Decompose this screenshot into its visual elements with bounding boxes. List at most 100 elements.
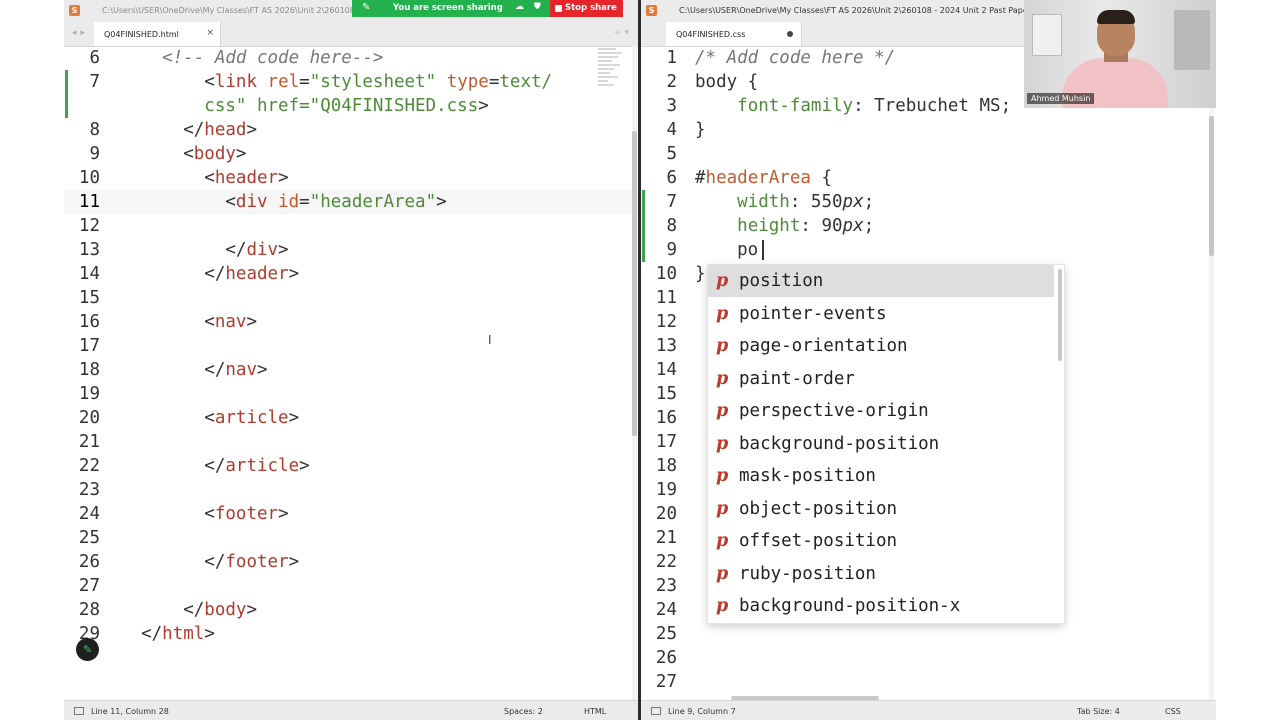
code-line[interactable]: 14 </header>	[64, 262, 640, 286]
scrollbar-thumb[interactable]	[1209, 116, 1214, 256]
autocomplete-item[interactable]: p object-position	[708, 493, 1054, 525]
shield-icon[interactable]: ⛊	[534, 2, 541, 12]
cursor-position[interactable]: Line 9, Column 7	[668, 707, 736, 716]
code-line[interactable]: 11 <div id="headerArea">	[64, 190, 640, 214]
vertical-scrollbar[interactable]	[632, 46, 637, 700]
line-code[interactable]: }	[695, 118, 706, 142]
code-line[interactable]: 9 po	[641, 238, 1216, 262]
code-line[interactable]: 26 </footer>	[64, 550, 640, 574]
line-code[interactable]: <body>	[120, 142, 246, 166]
syntax-mode[interactable]: CSS	[1165, 707, 1181, 716]
indentation-setting[interactable]: Spaces: 2	[504, 707, 543, 716]
code-line[interactable]: 6 <!-- Add code here-->	[64, 46, 640, 70]
line-code[interactable]: </head>	[120, 118, 257, 142]
line-code[interactable]: css" href="Q04FINISHED.css>	[120, 94, 489, 118]
autocomplete-item[interactable]: p page-orientation	[708, 330, 1054, 362]
panel-toggle-icon[interactable]	[74, 707, 84, 715]
code-line[interactable]: css" href="Q04FINISHED.css>	[64, 94, 640, 118]
line-code[interactable]: <nav>	[120, 310, 257, 334]
code-line[interactable]: 29 </html>	[64, 622, 640, 646]
autocomplete-item[interactable]: p ruby-position	[708, 558, 1054, 590]
code-line[interactable]: 6 #headerArea {	[641, 166, 1216, 190]
code-line[interactable]: 19	[64, 382, 640, 406]
tab-nav-arrows-icon[interactable]: ◂▸	[72, 28, 89, 38]
code-line[interactable]: 10 <header>	[64, 166, 640, 190]
code-line[interactable]: 8 </head>	[64, 118, 640, 142]
line-code[interactable]: po	[695, 238, 758, 262]
autocomplete-item[interactable]: p pointer-events	[708, 298, 1054, 330]
syntax-mode[interactable]: HTML	[584, 707, 606, 716]
code-line[interactable]: 7 width: 550px;	[641, 190, 1216, 214]
cloud-icon[interactable]: ☁	[515, 2, 524, 12]
code-line[interactable]: 4}	[641, 118, 1216, 142]
code-line[interactable]: 26	[641, 646, 1216, 670]
panel-toggle-icon[interactable]	[651, 707, 661, 715]
pencil-icon[interactable]: ✎	[362, 2, 370, 13]
code-line[interactable]: 28 </body>	[64, 598, 640, 622]
autocomplete-item[interactable]: p mask-position	[708, 460, 1054, 492]
line-code[interactable]: <div id="headerArea">	[120, 190, 446, 214]
line-code[interactable]: <header>	[120, 166, 288, 190]
line-code[interactable]: </nav>	[120, 358, 267, 382]
code-editor[interactable]: 6 <!-- Add code here--> 7 <link rel="styl…	[64, 46, 640, 700]
stop-icon	[555, 5, 562, 12]
code-line[interactable]: 24 <footer>	[64, 502, 640, 526]
code-line[interactable]: 5	[641, 142, 1216, 166]
code-line[interactable]: 27	[64, 574, 640, 598]
minimap[interactable]	[598, 48, 624, 92]
tab-overflow-icon[interactable]: +▾	[614, 28, 632, 38]
autocomplete-item[interactable]: p position	[708, 265, 1054, 297]
line-code[interactable]: </body>	[120, 598, 257, 622]
vertical-scrollbar[interactable]	[1209, 46, 1214, 700]
editor-pane-html[interactable]: S C:\Users\USER\OneDrive\My Classes\FT A…	[64, 0, 640, 720]
autocomplete-popup[interactable]: p position p pointer-events p page-orientatio…	[707, 264, 1065, 624]
code-line[interactable]: 9 <body>	[64, 142, 640, 166]
code-line[interactable]: 25	[641, 622, 1216, 646]
line-code[interactable]: /* Add code here */	[695, 46, 895, 70]
line-code[interactable]: </div>	[120, 238, 288, 262]
line-code[interactable]: <footer>	[120, 502, 288, 526]
line-code[interactable]: height: 90px;	[695, 214, 874, 238]
line-code[interactable]: </header>	[120, 262, 299, 286]
code-line[interactable]: 17	[64, 334, 640, 358]
code-line[interactable]: 8 height: 90px;	[641, 214, 1216, 238]
autocomplete-item[interactable]: p perspective-origin	[708, 395, 1054, 427]
line-code[interactable]: }	[695, 262, 706, 286]
annotate-pencil-icon[interactable]: ✎	[76, 638, 99, 661]
unsaved-dot-icon[interactable]	[787, 31, 793, 37]
line-code[interactable]: #headerArea {	[695, 166, 832, 190]
scrollbar-thumb[interactable]	[632, 131, 637, 436]
code-line[interactable]: 18 </nav>	[64, 358, 640, 382]
indentation-setting[interactable]: Tab Size: 4	[1077, 707, 1120, 716]
line-code[interactable]: <article>	[120, 406, 299, 430]
line-code[interactable]: width: 550px;	[695, 190, 874, 214]
tab-html-file[interactable]: Q04FINISHED.html ×	[94, 22, 221, 46]
code-line[interactable]: 20 <article>	[64, 406, 640, 430]
line-code[interactable]: </article>	[120, 454, 309, 478]
line-code[interactable]: </html>	[120, 622, 215, 646]
code-line[interactable]: 15	[64, 286, 640, 310]
line-code[interactable]: </footer>	[120, 550, 299, 574]
code-line[interactable]: 12	[64, 214, 640, 238]
autocomplete-item[interactable]: p background-position	[708, 428, 1054, 460]
code-line[interactable]: 16 <nav>	[64, 310, 640, 334]
code-line[interactable]: 25	[64, 526, 640, 550]
code-line[interactable]: 27	[641, 670, 1216, 694]
autocomplete-item[interactable]: p paint-order	[708, 363, 1054, 395]
stop-share-button[interactable]: Stop share	[550, 0, 623, 17]
code-line[interactable]: 13 </div>	[64, 238, 640, 262]
cursor-position[interactable]: Line 11, Column 28	[91, 707, 169, 716]
code-line[interactable]: 21	[64, 430, 640, 454]
line-code[interactable]: font-family: Trebuchet MS;	[695, 94, 1011, 118]
autocomplete-scrollbar[interactable]	[1058, 269, 1062, 361]
close-icon[interactable]: ×	[206, 28, 214, 38]
autocomplete-item[interactable]: p background-position-x	[708, 590, 1054, 622]
line-code[interactable]: body {	[695, 70, 758, 94]
autocomplete-item[interactable]: p offset-position	[708, 525, 1054, 557]
tab-css-file[interactable]: Q04FINISHED.css	[666, 22, 802, 46]
code-line[interactable]: 22 </article>	[64, 454, 640, 478]
code-line[interactable]: 23	[64, 478, 640, 502]
line-code[interactable]: <!-- Add code here-->	[120, 46, 383, 70]
line-code[interactable]: <link rel="stylesheet" type=text/	[120, 70, 552, 94]
code-line[interactable]: 7 <link rel="stylesheet" type=text/	[64, 70, 640, 94]
